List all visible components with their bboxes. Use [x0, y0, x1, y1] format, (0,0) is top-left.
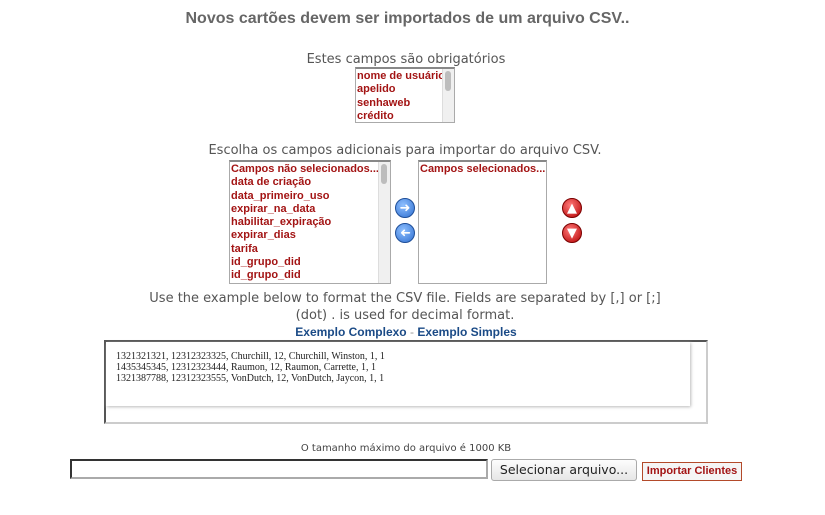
example-links: Exemplo Complexo - Exemplo Simples — [0, 325, 812, 339]
available-field-option[interactable]: habilitar_expiração — [231, 216, 390, 229]
available-fields-list[interactable]: Campos não selecionados... data de criaç… — [229, 160, 391, 284]
available-list-scrollbar[interactable] — [378, 162, 390, 283]
scrollbar-thumb[interactable] — [445, 71, 451, 91]
page-title: Novos cartões devem ser importados de um… — [185, 10, 630, 27]
available-field-option[interactable]: tarifa — [231, 243, 390, 256]
arrow-right-icon[interactable]: ➜ — [395, 198, 415, 218]
format-note-line1: Use the example below to format the CSV … — [149, 291, 661, 306]
required-fields-list[interactable]: nome de usuário apelido senhaweb crédito — [355, 67, 455, 123]
max-file-size-note: O tamanho máximo do arquivo é 1000 KB — [300, 443, 512, 454]
available-field-option[interactable]: expirar_na_data — [231, 203, 390, 216]
additional-fields-caption: Escolha os campos adicionais para import… — [208, 143, 602, 158]
available-field-option[interactable]: Campos não selecionados... — [231, 163, 390, 176]
available-field-option[interactable]: data_primeiro_uso — [231, 190, 390, 203]
scrollbar-thumb[interactable] — [381, 164, 387, 184]
simple-example-link[interactable]: Exemplo Simples — [417, 325, 516, 339]
csv-example-content: 1321321321, 12312323325, Churchill, 12, … — [106, 342, 690, 406]
arrow-left-icon[interactable]: ➜ — [395, 223, 415, 243]
format-note-line2: (dot) . is used for decimal format. — [295, 308, 515, 323]
available-field-option[interactable]: id_grupo_did — [231, 269, 390, 282]
required-field-option[interactable]: senhaweb — [357, 97, 454, 110]
available-field-option[interactable]: data de criação — [231, 176, 390, 189]
required-field-option[interactable]: apelido — [357, 83, 454, 96]
required-field-option[interactable]: nome de usuário — [357, 70, 454, 83]
arrow-up-icon[interactable]: ▲ — [562, 198, 582, 218]
csv-example-line: 1321387788, 12312323555, VonDutch, 12, V… — [116, 373, 385, 384]
available-field-option[interactable]: expirar_dias — [231, 229, 390, 242]
required-field-option[interactable]: crédito — [357, 110, 454, 122]
available-field-option[interactable]: id_grupo_did — [231, 256, 390, 269]
required-fields-caption: Estes campos são obrigatórios — [306, 52, 506, 67]
complex-example-link[interactable]: Exemplo Complexo — [295, 325, 406, 339]
selected-field-option[interactable]: Campos selecionados... — [420, 163, 546, 176]
required-list-scrollbar[interactable] — [442, 69, 454, 122]
link-separator: - — [409, 325, 414, 339]
csv-example-textarea[interactable]: 1321321321, 12312323325, Churchill, 12, … — [104, 340, 708, 424]
select-file-button[interactable]: Selecionar arquivo... — [491, 459, 637, 481]
csv-example-line: 1321321321, 12312323325, Churchill, 12, … — [116, 351, 385, 362]
import-clients-button[interactable]: Importar Clientes — [642, 462, 742, 481]
file-path-input[interactable] — [70, 459, 488, 479]
csv-example-line: 1435345345, 12312323444, Raumon, 12, Rau… — [116, 362, 376, 373]
arrow-down-icon[interactable]: ▼ — [562, 223, 582, 243]
selected-fields-list[interactable]: Campos selecionados... — [418, 160, 547, 284]
